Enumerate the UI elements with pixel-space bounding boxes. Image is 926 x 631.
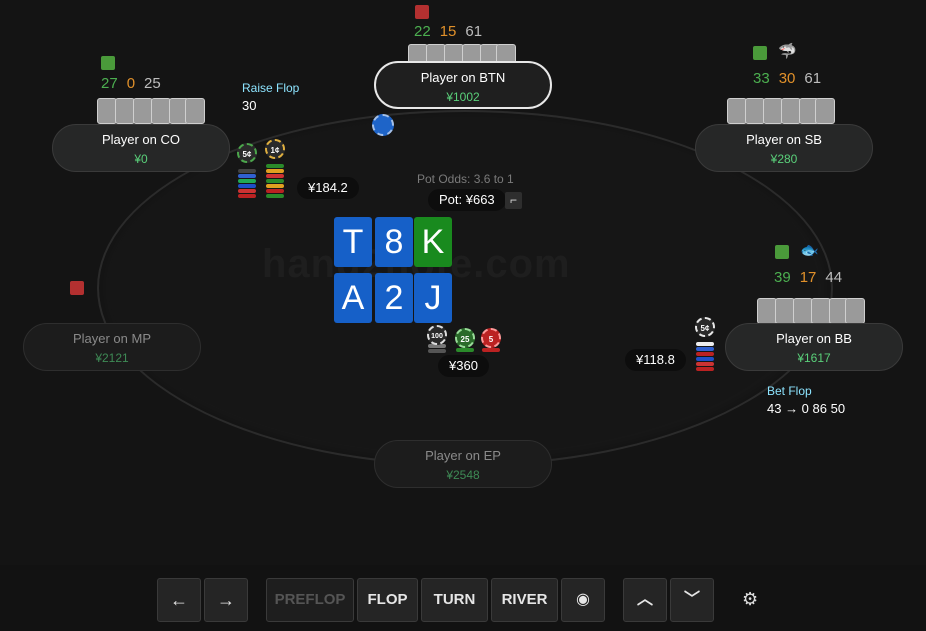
board-card: 2 [375, 273, 413, 323]
hud-pfr: 30 [778, 70, 796, 87]
hud-pfr: 0 [126, 75, 136, 92]
river-button[interactable]: RIVER [491, 578, 558, 622]
chevron-up-icon[interactable]: ︿ [623, 578, 667, 622]
hud-pfr: 15 [439, 23, 457, 40]
player-note-badge[interactable] [415, 5, 429, 19]
hud-stats-sb[interactable]: 33 30 61 [753, 70, 830, 87]
hud-stats-bb[interactable]: 39 17 44 [774, 269, 851, 286]
player-stack: ¥1002 [446, 90, 480, 104]
flop-button[interactable]: FLOP [357, 578, 418, 622]
chip-icon: 25 [455, 328, 475, 348]
seat-btn[interactable]: Player on BTN ¥1002 [374, 61, 552, 109]
player-name: Player on MP [72, 331, 152, 346]
bet-amount-bb: ¥118.8 [625, 349, 686, 371]
prev-step-button[interactable]: ← [157, 578, 201, 622]
hole-cards-co [97, 98, 207, 124]
pot-odds: Pot Odds: 3.6 to 1 [417, 172, 514, 186]
seat-co[interactable]: Player on CO ¥0 [52, 124, 230, 172]
chevron-down-icon[interactable]: ﹀ [670, 578, 714, 622]
board-card: K [414, 217, 452, 267]
hud-pfr: 17 [799, 269, 817, 286]
board-card: 8 [375, 217, 413, 267]
last-action-label: Bet Flop [767, 384, 812, 398]
next-step-button[interactable]: → [204, 578, 248, 622]
last-action-sizing: 30 [242, 98, 257, 113]
player-stack: ¥2548 [446, 468, 480, 482]
player-name: Player on CO [101, 132, 181, 147]
hud-stats-co[interactable]: 27 0 25 [101, 75, 170, 92]
dealer-button-icon [372, 114, 394, 136]
hud-stats-btn[interactable]: 22 15 61 [414, 23, 491, 40]
pot-chart-icon[interactable]: ⌐ [505, 192, 522, 209]
player-name: Player on BTN [420, 70, 506, 85]
pot-amount: Pot: ¥663 [428, 189, 506, 211]
hud-vpip: 39 [774, 269, 791, 286]
preflop-button[interactable]: PREFLOP [266, 578, 354, 622]
hud-vpip: 27 [101, 75, 118, 92]
player-name: Player on BB [776, 331, 852, 346]
gear-icon[interactable]: ⚙ [742, 589, 758, 610]
collected-bets: ¥360 [438, 355, 489, 377]
player-note-badge[interactable] [753, 46, 767, 60]
hole-cards-bb [757, 298, 867, 324]
seat-mp[interactable]: Player on MP ¥2121 [23, 323, 201, 371]
seat-bb[interactable]: Player on BB ¥1617 [725, 323, 903, 371]
shark-icon: 🦈 [778, 43, 797, 60]
eye-icon[interactable]: ◉ [561, 578, 605, 622]
player-stack: ¥280 [770, 152, 798, 166]
hud-stat3: 44 [825, 269, 843, 286]
board-card: A [334, 273, 372, 323]
player-stack: ¥2121 [95, 351, 129, 365]
player-stack: ¥1617 [797, 351, 831, 365]
chip-icon: 5 [481, 328, 501, 348]
hud-vpip: 33 [753, 70, 770, 87]
chip-icon: 1¢ [265, 139, 285, 159]
hud-stat3: 61 [465, 23, 483, 40]
last-action-sizing: 43 → 0 86 50 [767, 401, 846, 416]
player-name: Player on SB [746, 132, 822, 147]
turn-button[interactable]: TURN [421, 578, 488, 622]
seat-sb[interactable]: Player on SB ¥280 [695, 124, 873, 172]
chip-icon: 5¢ [695, 317, 715, 337]
hud-vpip: 22 [414, 23, 431, 40]
board-card: J [414, 273, 452, 323]
seat-ep[interactable]: Player on EP ¥2548 [374, 440, 552, 488]
hud-stat3: 61 [804, 70, 822, 87]
chip-icon: 5¢ [237, 143, 257, 163]
last-action-label: Raise Flop [242, 81, 300, 95]
player-note-badge[interactable] [101, 56, 115, 70]
player-note-badge[interactable] [775, 245, 789, 259]
hole-cards-sb [727, 98, 837, 124]
chip-icon: 100 [427, 325, 447, 345]
bet-amount-co: ¥184.2 [297, 177, 359, 199]
player-stack: ¥0 [134, 152, 148, 166]
hud-stat3: 25 [144, 75, 161, 92]
player-name: Player on EP [425, 448, 501, 463]
board-card: T [334, 217, 372, 267]
player-note-badge[interactable] [70, 281, 84, 295]
fish-icon: 🐟 [800, 242, 819, 259]
